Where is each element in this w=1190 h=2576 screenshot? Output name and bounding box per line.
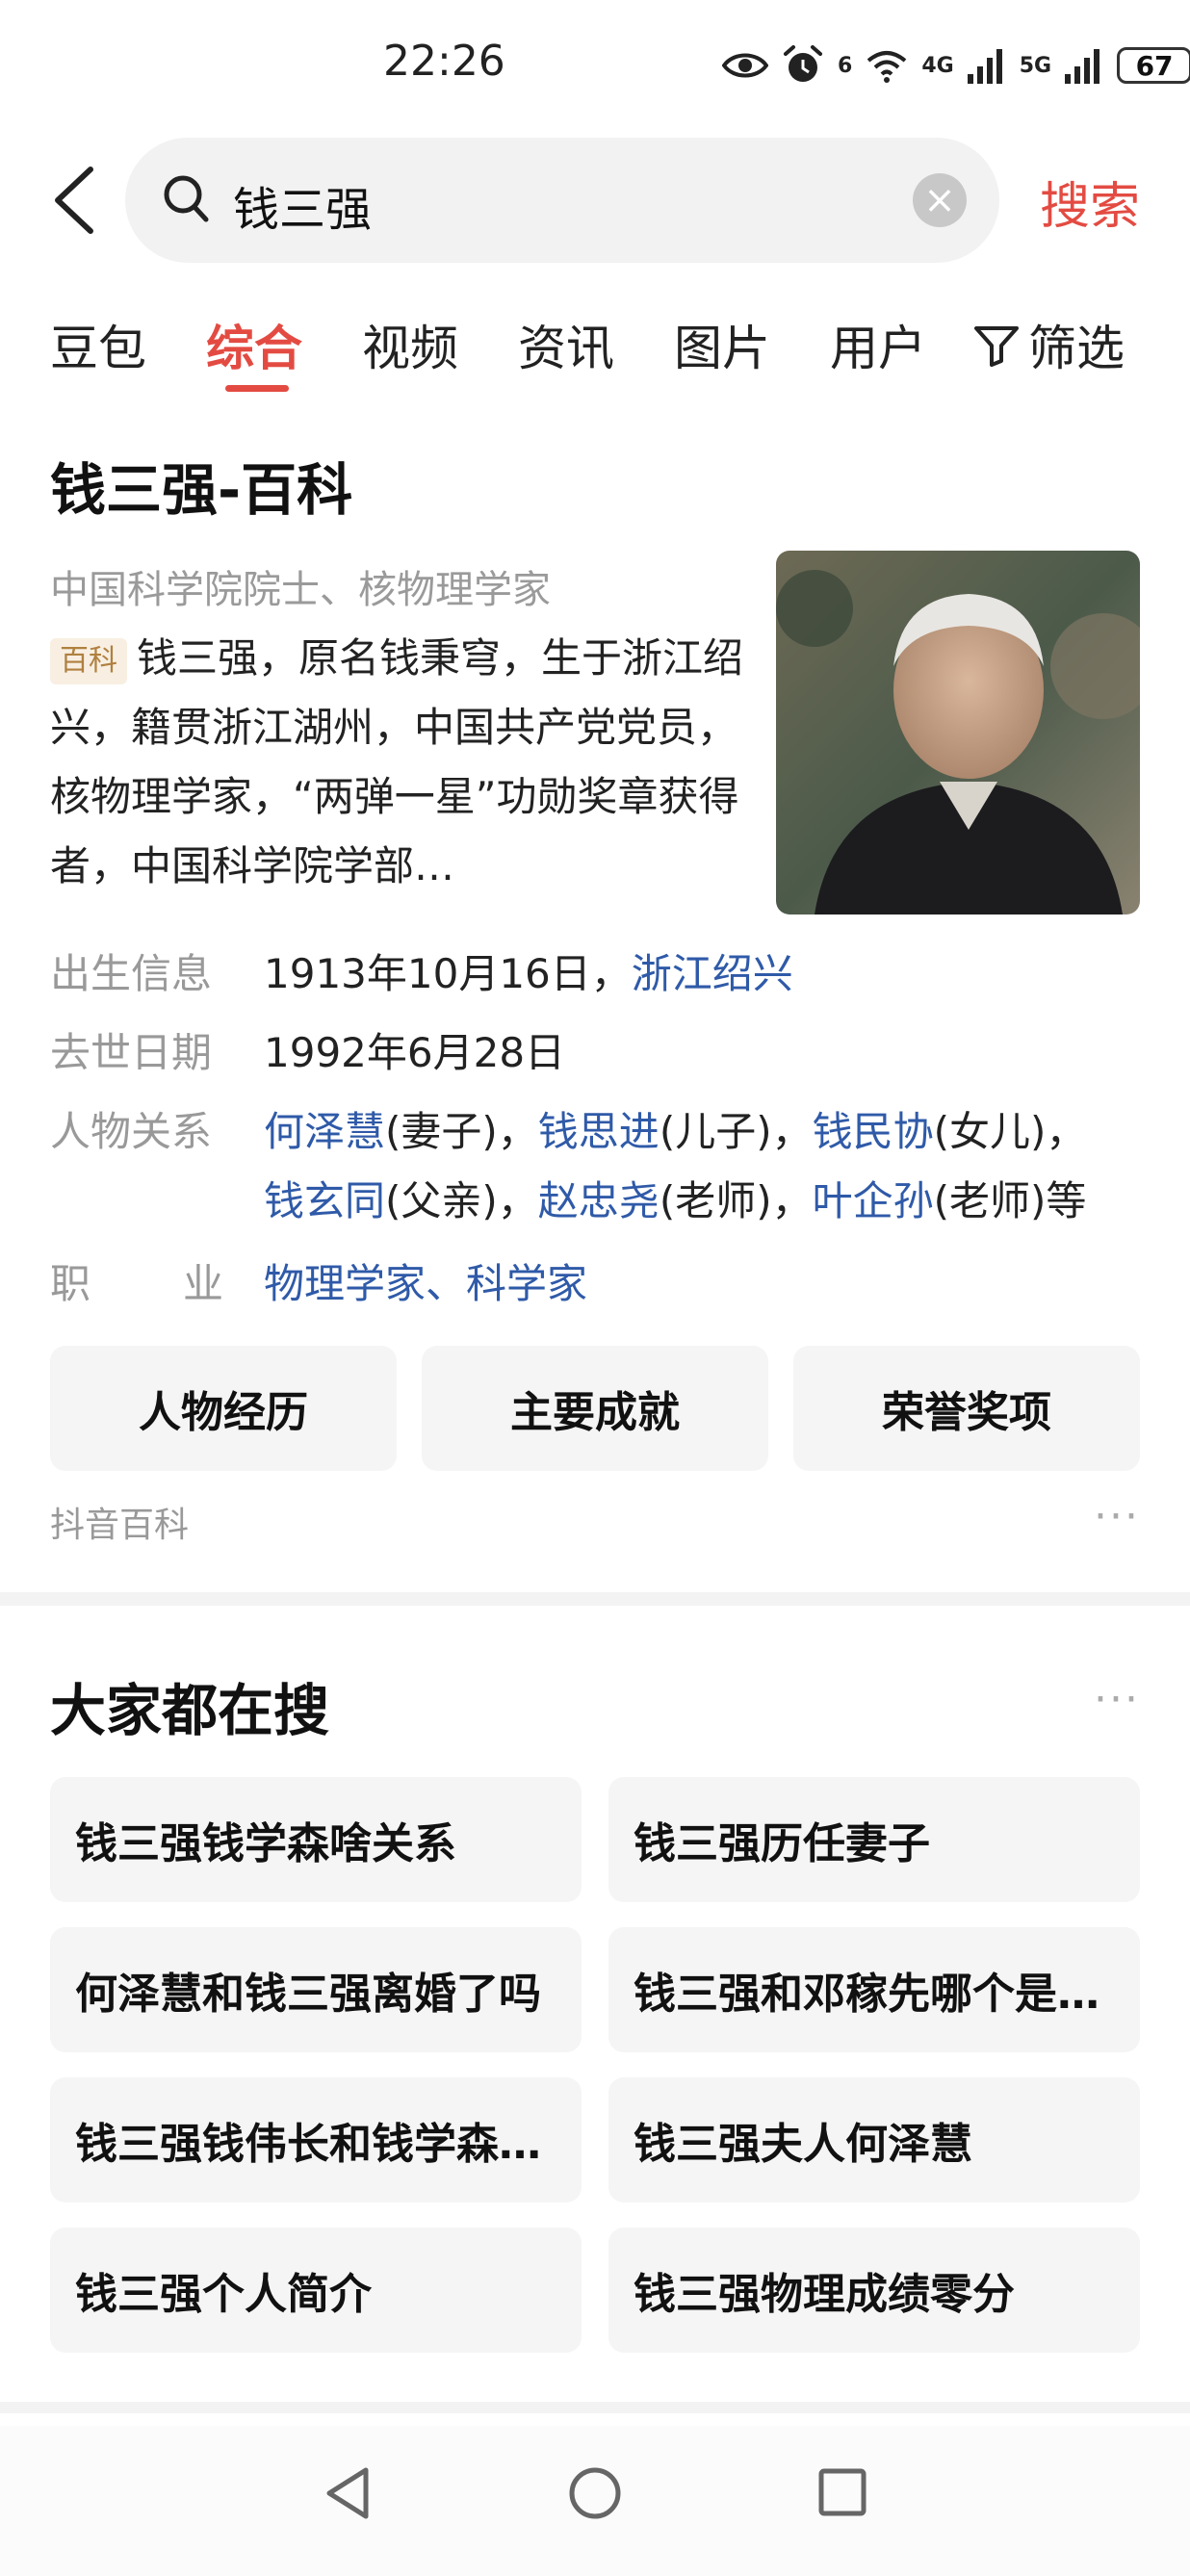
signal-5g-icon [1065, 49, 1100, 84]
relation-type: (老师)， [659, 1177, 813, 1224]
relation-link[interactable]: 赵忠尧 [538, 1177, 660, 1224]
back-arrow-icon[interactable] [48, 164, 102, 237]
tab-images[interactable]: 图片 [674, 310, 770, 379]
more-options-icon[interactable]: ··· [1094, 1675, 1140, 1724]
birth-place-link[interactable]: 浙江绍兴 [632, 950, 793, 997]
section-divider [0, 1592, 1190, 1606]
signal-4g-icon [967, 49, 1002, 84]
suggestion-item[interactable]: 钱三强物理成绩零分 [608, 2228, 1140, 2353]
relation-type: (父亲)， [385, 1177, 538, 1224]
tab-doubao[interactable]: 豆包 [50, 310, 146, 379]
suggestion-item[interactable]: 钱三强钱学森啥关系 [50, 1777, 582, 1902]
tab-users[interactable]: 用户 [830, 310, 926, 379]
baike-title[interactable]: 钱三强-百科 [50, 445, 352, 526]
death-label: 去世日期 [50, 1029, 213, 1076]
wifi-icon [867, 51, 907, 83]
baike-summary[interactable]: 百科 钱三强，原名钱秉穹，生于浙江绍兴，籍贯浙江湖州，中国共产党党员，核物理学家，… [50, 624, 743, 901]
clear-icon[interactable]: × [913, 173, 967, 227]
source-label: 抖音百科 [50, 1506, 190, 1545]
achievements-button[interactable]: 主要成就 [422, 1346, 768, 1471]
relations-line-1: 何泽慧(妻子)，钱思进(儿子)，钱民协(女儿)， [264, 1097, 1086, 1167]
battery-indicator: 67 [1117, 47, 1190, 84]
suggestion-item[interactable]: 何泽慧和钱三强离婚了吗 [50, 1927, 582, 2052]
relation-type: (儿子)， [659, 1108, 813, 1155]
relations-line-2: 钱玄同(父亲)，赵忠尧(老师)，叶企孙(老师)等 [264, 1167, 1086, 1236]
search-icon [164, 175, 209, 222]
nav-back-icon[interactable] [322, 2464, 375, 2522]
section-divider [0, 2402, 1190, 2413]
baike-summary-text: 钱三强，原名钱秉穹，生于浙江绍兴，籍贯浙江湖州，中国共产党党员，核物理学家，“两… [50, 634, 744, 889]
occupation-link[interactable]: 科学家 [466, 1260, 587, 1307]
tab-filter-label: 筛选 [1028, 321, 1125, 376]
nav-home-icon[interactable] [566, 2464, 624, 2522]
suggestion-item[interactable]: 钱三强和邓稼先哪个是… [608, 1927, 1140, 2052]
more-options-icon[interactable]: ··· [1094, 1492, 1140, 1541]
portrait-photo[interactable] [776, 551, 1140, 914]
relation-link[interactable]: 何泽慧 [264, 1108, 385, 1155]
baike-subtitle: 中国科学院院士、核物理学家 [50, 568, 551, 612]
suggestion-item[interactable]: 钱三强历任妻子 [608, 1777, 1140, 1902]
relation-type: (妻子)， [385, 1108, 538, 1155]
system-navigation-bar [0, 2426, 1190, 2576]
popular-searches-title: 大家都在搜 [50, 1678, 330, 1743]
status-time: 22:26 [383, 37, 505, 86]
occupation-label: 职业 [50, 1249, 233, 1319]
relation-link[interactable]: 钱玄同 [264, 1177, 385, 1224]
occupation-value: 物理学家、科学家 [264, 1249, 587, 1319]
tab-video[interactable]: 视频 [362, 310, 458, 379]
suggestion-item[interactable]: 钱三强个人简介 [50, 2228, 582, 2353]
wifi-label: 6 [838, 53, 853, 78]
relations-label: 人物关系 [50, 1108, 213, 1155]
occupation-separator: 、 [426, 1260, 467, 1307]
network-5g-label: 5G [1019, 53, 1052, 78]
tab-bar: 豆包 综合 视频 资讯 图片 用户 筛选 [0, 298, 1190, 395]
birth-value: 1913年10月16日，浙江绍兴 [264, 940, 793, 1009]
occupation-link[interactable]: 物理学家 [264, 1260, 426, 1307]
honors-button[interactable]: 荣誉奖项 [793, 1346, 1140, 1471]
search-button[interactable]: 搜索 [1040, 166, 1140, 238]
tab-filter[interactable]: 筛选 [972, 310, 1125, 379]
career-button[interactable]: 人物经历 [50, 1346, 397, 1471]
battery-level: 67 [1135, 49, 1174, 82]
death-date: 1992年6月28日 [264, 1029, 566, 1076]
baike-tag: 百科 [50, 637, 127, 684]
eye-icon [722, 53, 768, 78]
filter-icon [974, 326, 1019, 367]
status-icons: 6 4G 5G 67 [722, 37, 1190, 94]
relation-type: (老师)等 [933, 1177, 1087, 1224]
occupation-label-char: 职 [50, 1260, 91, 1307]
birth-date: 1913年10月16日， [264, 950, 632, 997]
occupation-label-char: 业 [183, 1260, 224, 1307]
tab-news[interactable]: 资讯 [518, 310, 614, 379]
birth-label: 出生信息 [50, 950, 213, 997]
network-4g-label: 4G [921, 53, 954, 78]
relations-row: 人物关系 何泽慧(妻子)，钱思进(儿子)，钱民协(女儿)， 钱玄同(父亲)，赵忠… [50, 1097, 1157, 1242]
search-query[interactable]: 钱三强 [233, 171, 372, 239]
relation-link[interactable]: 钱民协 [813, 1108, 934, 1155]
suggestion-item[interactable]: 钱三强夫人何泽慧 [608, 2077, 1140, 2202]
active-tab-indicator [225, 385, 289, 392]
relation-link[interactable]: 钱思进 [538, 1108, 660, 1155]
nav-recents-icon[interactable] [816, 2466, 868, 2518]
suggestion-item[interactable]: 钱三强钱伟长和钱学森… [50, 2077, 582, 2202]
alarm-icon [784, 45, 822, 82]
relation-type: (女儿)， [933, 1108, 1087, 1155]
tab-all[interactable]: 综合 [206, 310, 302, 379]
relation-link[interactable]: 叶企孙 [813, 1177, 934, 1224]
